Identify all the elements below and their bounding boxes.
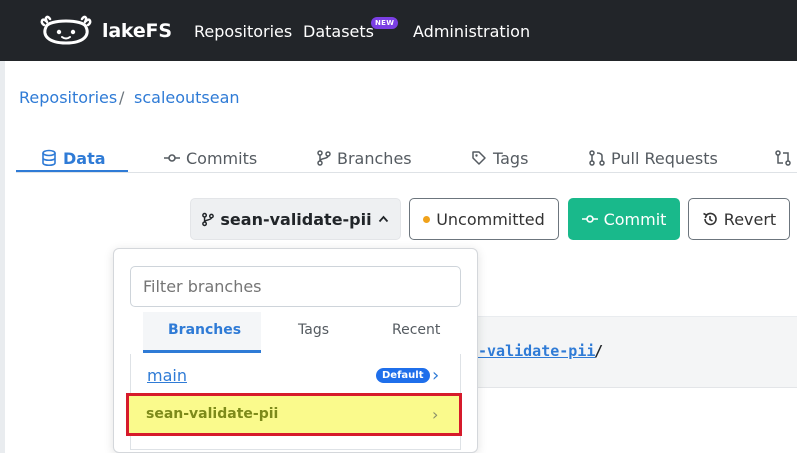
branch-selector-button[interactable]: sean-validate-pii	[190, 198, 401, 240]
revert-button[interactable]: Revert	[688, 198, 790, 240]
tab-data-label: Data	[63, 148, 106, 168]
nav-repositories[interactable]: Repositories	[194, 22, 292, 41]
tab-data[interactable]: Data	[41, 144, 106, 172]
revert-label: Revert	[723, 209, 777, 229]
tab-branches[interactable]: Branches	[317, 144, 412, 172]
tabs-divider	[16, 172, 797, 173]
tab-pull-requests-label: Pull Requests	[611, 148, 718, 168]
page-frame-edge	[0, 61, 5, 453]
database-icon	[42, 149, 56, 167]
breadcrumb-repositories[interactable]: Repositories	[19, 88, 117, 107]
commit-label: Commit	[603, 209, 667, 229]
commit-button[interactable]: Commit	[568, 198, 680, 240]
pull-request-icon	[589, 150, 605, 166]
uncommitted-button[interactable]: Uncommitted	[409, 198, 559, 240]
new-badge: NEW	[371, 17, 399, 29]
breadcrumb-repo[interactable]: scaleoutsean	[134, 88, 240, 107]
compare-icon	[775, 150, 791, 166]
branch-icon	[317, 150, 331, 166]
branch-selector-label: sean-validate-pii	[220, 209, 372, 229]
commit-icon	[164, 154, 180, 162]
branch-item-main[interactable]: main	[147, 366, 187, 385]
dropdown-tab-recent[interactable]: Recent	[392, 322, 440, 338]
tab-tags[interactable]: Tags	[471, 144, 528, 172]
commit-icon	[581, 215, 598, 223]
nav-datasets[interactable]: Datasets	[303, 22, 374, 41]
dropdown-tab-tags[interactable]: Tags	[298, 322, 329, 338]
lakefs-logo-icon[interactable]	[38, 15, 94, 47]
default-badge: Default	[376, 368, 430, 383]
tab-commits-label: Commits	[186, 148, 258, 168]
path-branch-link[interactable]: -validate-pii	[478, 342, 595, 360]
branch-item-sean-validate-pii[interactable]: sean-validate-pii	[146, 406, 278, 422]
dropdown-tab-branches[interactable]: Branches	[168, 322, 241, 338]
branch-icon	[202, 212, 215, 226]
brand-name[interactable]: lakeFS	[102, 20, 172, 42]
tab-tags-label: Tags	[493, 148, 529, 168]
uncommitted-label: Uncommitted	[436, 209, 545, 229]
chevron-right-icon[interactable]: ›	[432, 405, 438, 424]
tab-pull-requests[interactable]: Pull Requests	[589, 144, 718, 172]
chevron-up-icon	[378, 215, 388, 223]
status-dot-icon	[423, 215, 431, 223]
chevron-right-icon[interactable]: ›	[432, 365, 439, 386]
dropdown-active-tab-indicator	[143, 350, 261, 353]
tag-icon	[472, 151, 486, 165]
path-separator: /	[594, 342, 604, 360]
tab-commits[interactable]: Commits	[164, 144, 257, 172]
top-navbar: lakeFS Repositories Datasets NEW Adminis…	[0, 0, 797, 61]
history-icon	[702, 212, 717, 226]
filter-branches-input[interactable]	[130, 266, 461, 307]
nav-administration[interactable]: Administration	[413, 22, 530, 41]
tab-overflow[interactable]	[775, 144, 791, 172]
tab-branches-label: Branches	[337, 148, 412, 168]
breadcrumb-separator: /	[119, 88, 125, 107]
